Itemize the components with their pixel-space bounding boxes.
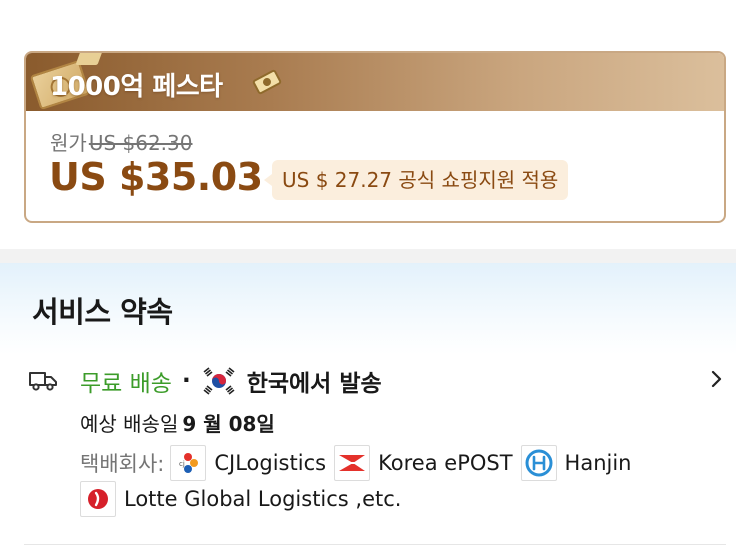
promo-price-card: 1000억 페스타 원가 US $62.30 US $35.03 US $ 27.… — [24, 51, 726, 223]
svg-text:cj: cj — [179, 460, 185, 468]
estimated-delivery-date: 9 월 08일 — [182, 412, 275, 436]
korea-epost-logo-icon — [334, 445, 371, 481]
section-title: 서비스 약속 — [32, 295, 173, 329]
truck-icon — [29, 372, 57, 391]
bottom-divider — [24, 544, 726, 545]
estimated-delivery: 예상 배송일 9 월 08일 — [80, 408, 275, 437]
original-price-row: 원가 US $62.30 — [50, 127, 192, 156]
carrier-list: 택배회사: cj CJLogistics Korea ePOST Hanjin — [80, 445, 640, 481]
subsidy-tag: US $ 27.27 공식 쇼핑지원 적용 — [263, 160, 569, 200]
banknote-icon — [251, 68, 283, 96]
shipping-row[interactable]: 무료 배송 · 한국에서 발송 — [80, 364, 382, 398]
carrier-name: Hanjin — [564, 451, 632, 475]
carrier-name: CJLogistics — [214, 451, 327, 475]
ribbon-decoration-icon — [75, 53, 103, 65]
original-price-label: 원가 — [50, 131, 87, 155]
separator-dot: · — [181, 368, 191, 394]
section-divider — [0, 249, 736, 263]
south-korea-flag-icon — [200, 366, 237, 396]
carrier-list-continued: Lotte Global Logistics ,etc. — [80, 481, 409, 517]
carrier-name: Korea ePOST — [378, 451, 513, 475]
promo-title: 1000억 페스타 — [50, 72, 223, 102]
lotte-logo-icon — [80, 481, 116, 517]
free-shipping-label: 무료 배송 — [80, 371, 172, 397]
carrier-name: Lotte Global Logistics ,etc. — [124, 487, 402, 511]
ship-origin: 한국에서 발송 — [246, 371, 382, 397]
sale-price: US $35.03 — [49, 155, 263, 199]
promo-banner: 1000억 페스타 — [26, 53, 724, 111]
original-price: US $62.30 — [88, 131, 193, 155]
chevron-right-icon[interactable] — [708, 368, 724, 390]
cj-logistics-logo-icon: cj — [170, 445, 207, 481]
estimated-delivery-label: 예상 배송일 — [80, 412, 179, 436]
hanjin-logo-icon — [520, 445, 557, 481]
carrier-label: 택배회사: — [80, 452, 165, 476]
